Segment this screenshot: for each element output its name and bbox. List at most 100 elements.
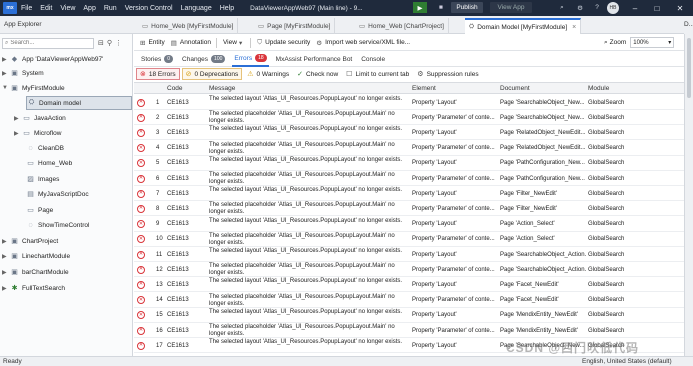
table-row[interactable]: ✕ 15 CE1613 The selected layout 'Atlas_UI_R… <box>134 308 684 323</box>
more-icon[interactable]: ⋮ <box>115 40 125 47</box>
menu-version-control[interactable]: Version Control <box>125 5 173 12</box>
tree-item-domain-model[interactable]: ⛭ Domain model <box>26 96 132 110</box>
menu-help[interactable]: Help <box>220 5 234 12</box>
table-row[interactable]: ✕ 8 CE1613 The selected placeholder 'Atlas_… <box>134 201 684 217</box>
help-icon[interactable]: ? <box>591 2 603 13</box>
menu-run[interactable]: Run <box>104 5 117 12</box>
table-row[interactable]: ✕ 11 CE1613 The selected layout 'Atlas_UI_R… <box>134 247 684 262</box>
tree-item-app[interactable]: ▶ ◆ App 'DataViewerAppWeb97' <box>2 52 103 66</box>
menu-language[interactable]: Language <box>181 5 212 12</box>
table-row[interactable]: ✕ 10 CE1613 The selected placeholder 'Atlas… <box>134 232 684 247</box>
app-explorer-tab[interactable]: App Explorer <box>4 21 42 28</box>
table-row[interactable]: ✕ 2 CE1613 The selected placeholder 'Atlas_… <box>134 110 684 126</box>
tree-item-system[interactable]: ▶ ▣ System <box>2 66 44 80</box>
entity-button[interactable]: ⊞ Entity <box>140 39 165 47</box>
settings-icon[interactable]: ⚙ <box>574 2 586 13</box>
column-header-element[interactable]: Element <box>412 85 436 92</box>
tab-console[interactable]: Console <box>359 52 387 67</box>
menu-edit[interactable]: Edit <box>40 5 52 12</box>
minimize-icon[interactable]: – <box>628 1 642 15</box>
avatar[interactable]: HB <box>607 2 619 14</box>
filter-icon[interactable]: ⚲ <box>107 40 115 47</box>
chevron-right-icon[interactable]: ▶ <box>2 253 10 260</box>
chevron-down-icon[interactable]: ▼ <box>2 85 10 91</box>
update-security-button[interactable]: ⛉ Update security <box>257 39 310 47</box>
errors-filter-toggle[interactable]: ⊗ 18 Errors <box>136 68 180 80</box>
table-row[interactable]: ✕ 16 CE1613 The selected placeholder 'Atlas… <box>134 323 684 338</box>
menu-file[interactable]: File <box>21 5 32 12</box>
far-right-panel-tab[interactable]: D... <box>684 16 693 34</box>
microflow-icon: ◌ <box>28 221 33 229</box>
chevron-right-icon[interactable]: ▶ <box>2 70 10 77</box>
limit-to-current-tab-toggle[interactable]: ☐ Limit to current tab <box>343 68 412 80</box>
menu-view[interactable]: View <box>60 5 75 12</box>
maximize-icon[interactable]: □ <box>650 1 664 15</box>
stop-button[interactable]: ■ <box>435 2 447 13</box>
import-button[interactable]: ⚙ Import web service/XML file... <box>316 39 410 47</box>
column-header-module[interactable]: Module <box>588 85 609 92</box>
column-header-message[interactable]: Message <box>209 85 235 92</box>
chevron-right-icon[interactable]: ▶ <box>2 269 10 276</box>
tab-changes[interactable]: Changes 100 <box>180 52 227 67</box>
deprecations-filter-toggle[interactable]: ⊘ 0 Deprecations <box>181 68 243 80</box>
menu-app[interactable]: App <box>83 5 95 12</box>
chevron-right-icon[interactable]: ▶ <box>14 115 22 122</box>
scrollbar-thumb[interactable] <box>687 38 691 98</box>
view-dropdown[interactable]: View ▾ <box>223 39 245 47</box>
table-row[interactable]: ✕ 7 CE1613 The selected layout 'Atlas_UI_Re… <box>134 186 684 202</box>
tab-page-myfirstmodule[interactable]: ▭ Page [MyFirstModule] <box>254 18 336 34</box>
table-row[interactable]: ✕ 14 CE1613 The selected placeholder 'Atlas… <box>134 293 684 308</box>
error-document: Page 'Action_Select' <box>500 236 555 243</box>
tree-item-cleandb[interactable]: ◌ CleanDB <box>26 141 64 155</box>
chevron-right-icon[interactable]: ▶ <box>2 238 10 245</box>
annotation-button[interactable]: ▤ Annotation <box>171 39 211 47</box>
tab-errors[interactable]: Errors 18 <box>232 52 269 67</box>
table-row[interactable]: ✕ 6 CE1613 The selected placeholder 'Atlas_… <box>134 171 684 186</box>
publish-button[interactable]: Publish <box>451 2 483 13</box>
table-row[interactable]: ✕ 4 CE1613 The selected placeholder 'Atlas_… <box>134 141 684 156</box>
language-status[interactable]: English, United States (default) <box>582 358 672 365</box>
table-row[interactable]: ✕ 1 CE1613 The selected layout 'Atlas_UI_Re… <box>134 95 684 110</box>
zoom-select[interactable]: 100% ▾ <box>630 37 675 48</box>
tab-mxassist-performance-bot[interactable]: MxAssist Performance Bot <box>274 52 355 67</box>
chevron-right-icon[interactable]: ▶ <box>2 285 10 292</box>
tree-item-chartproject[interactable]: ▶ ▣ ChartProject <box>2 234 58 248</box>
warnings-filter-toggle[interactable]: ⚠ 0 Warnings <box>244 68 292 80</box>
explorer-search-input[interactable] <box>10 40 81 46</box>
close-icon[interactable]: ✕ <box>673 1 687 15</box>
tree-item-javaaction[interactable]: ▶ ▭ JavaAction <box>14 111 66 125</box>
error-code: CE1613 <box>167 342 189 349</box>
explorer-search[interactable]: ⌕ <box>2 37 94 49</box>
column-header-code[interactable]: Code <box>167 85 183 92</box>
vertical-scrollbar[interactable] <box>684 34 693 356</box>
tree-item-linechartmodule[interactable]: ▶ ▣ LinechartModule <box>2 249 70 263</box>
view-app-button[interactable]: View App <box>490 2 532 13</box>
chevron-right-icon[interactable]: ▶ <box>14 130 22 137</box>
tab-home-web-myfirstmodule[interactable]: ▭ Home_Web [MyFirstModule] <box>138 18 239 34</box>
tree-item-images[interactable]: ▨ Images <box>26 172 59 186</box>
tree-item-myfirstmodule[interactable]: ▼ ▣ MyFirstModule <box>2 81 65 95</box>
tree-item-fulltextsearch[interactable]: ▶ ✱ FullTextSearch <box>2 281 65 295</box>
tab-home-web-chartproject[interactable]: ▭ Home_Web [ChartProject] <box>355 18 449 34</box>
tree-item-page[interactable]: ▭ Page <box>26 203 53 217</box>
tree-item-microflow[interactable]: ▶ ▭ Microflow <box>14 126 61 140</box>
collapse-all-icon[interactable]: ⊟ <box>98 40 107 47</box>
table-row[interactable]: ✕ 13 CE1613 The selected layout 'Atlas_UI_R… <box>134 277 684 293</box>
tree-item-myjavascriptdoc[interactable]: ▤ MyJavaScriptDoc <box>26 187 88 201</box>
table-row[interactable]: ✕ 5 CE1613 The selected layout 'Atlas_UI_Re… <box>134 156 684 171</box>
tree-item-barchartmodule[interactable]: ▶ ▣ barChartModule <box>2 265 69 279</box>
search-icon[interactable]: ⌕ <box>556 2 568 13</box>
table-row[interactable]: ✕ 3 CE1613 The selected layout 'Atlas_UI_Re… <box>134 125 684 141</box>
table-row[interactable]: ✕ 12 CE1613 The selected placeholder 'Atlas… <box>134 262 684 278</box>
column-header-document[interactable]: Document <box>500 85 530 92</box>
tree-item-home-web[interactable]: ▭ Home_Web <box>26 156 72 170</box>
check-now-button[interactable]: ✓ Check now <box>294 68 341 80</box>
tree-item-showtimecontrol[interactable]: ◌ ShowTimeControl <box>26 218 89 232</box>
tab-domain-model-myfirstmodule[interactable]: ⛭ Domain Model [MyFirstModule] × <box>465 18 582 34</box>
tab-stories[interactable]: Stories 0 <box>139 52 175 67</box>
table-row[interactable]: ✕ 9 CE1613 The selected layout 'Atlas_UI_Re… <box>134 217 684 232</box>
close-tab-icon[interactable]: × <box>572 24 576 31</box>
chevron-right-icon[interactable]: ▶ <box>2 56 10 63</box>
suppression-rules-button[interactable]: ⚙ Suppression rules <box>414 68 481 80</box>
run-button[interactable]: ▶ <box>413 2 427 13</box>
